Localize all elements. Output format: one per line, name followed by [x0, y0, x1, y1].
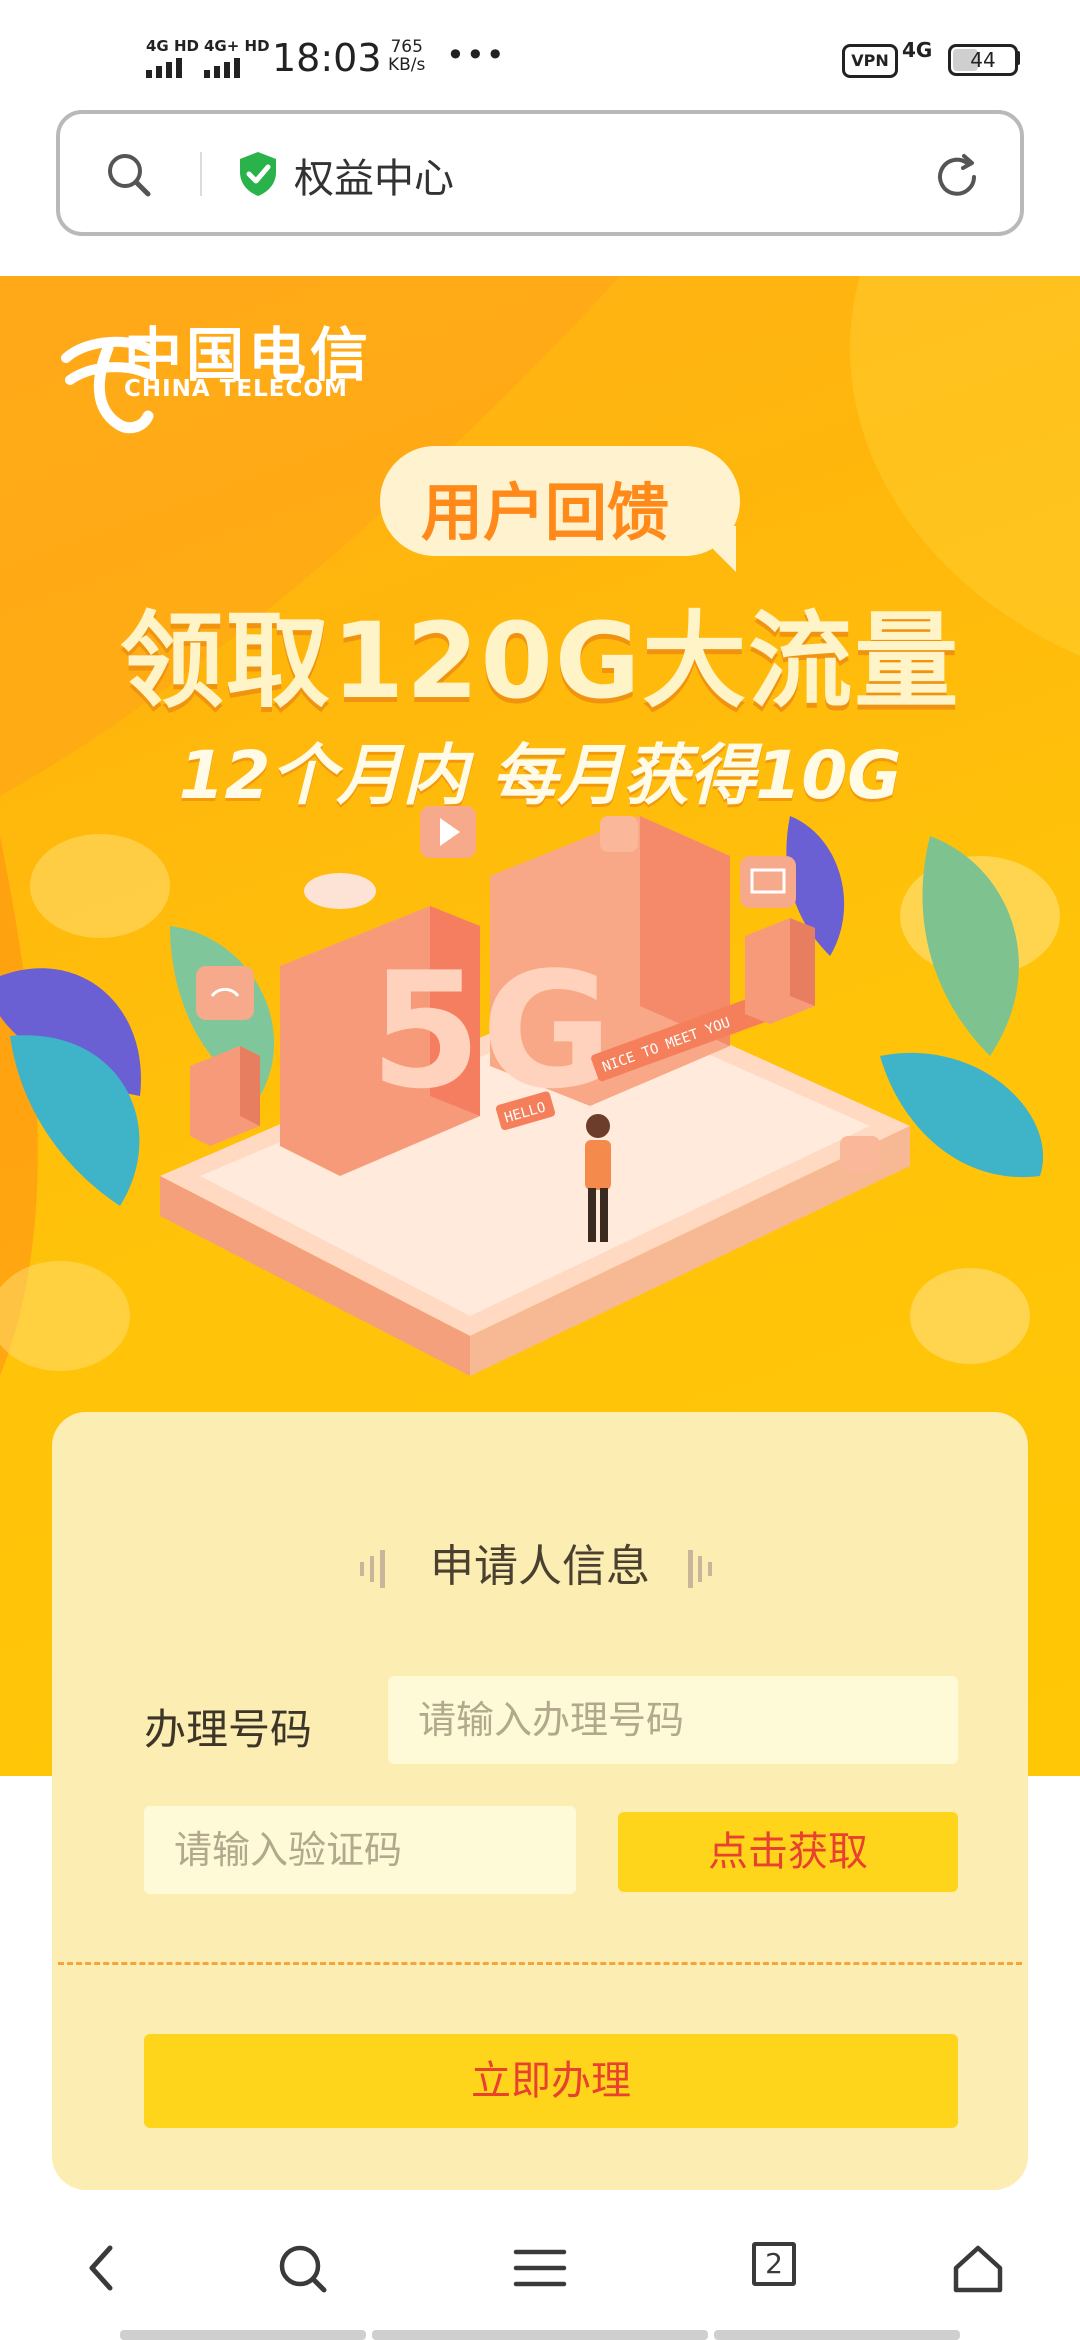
signal-bars-icon — [146, 58, 199, 78]
verification-code-input[interactable] — [144, 1806, 576, 1894]
address-bar[interactable]: 权益中心 — [56, 110, 1024, 236]
building-left-icon — [190, 1046, 260, 1146]
divider — [200, 152, 202, 196]
get-code-button[interactable]: 点击获取 — [618, 1812, 958, 1892]
logo-text-en: CHINA TELECOM — [124, 376, 348, 402]
network-speed: 765 KB/s — [388, 38, 425, 74]
secure-shield-icon — [236, 150, 280, 202]
5g-text: 5G — [370, 937, 613, 1124]
building-right-icon — [745, 918, 815, 1024]
browser-bottom-bar: 2 — [0, 2190, 1080, 2340]
signal-bars-icon — [204, 58, 270, 78]
status-bar: 4G HD 4G+ HD 18:03 765 KB/s ••• VPN 4G 4… — [0, 0, 1080, 110]
search-icon[interactable] — [104, 150, 154, 204]
submit-button[interactable]: 立即办理 — [144, 2034, 958, 2128]
dashed-divider — [58, 1962, 1022, 1965]
battery-tip — [1015, 51, 1020, 65]
bubble-text: 用户回馈 — [420, 476, 669, 549]
gesture-bar-center — [372, 2330, 708, 2340]
more-notifications-icon: ••• — [446, 36, 506, 74]
signal-strength-2: 4G+ HD — [204, 38, 270, 78]
gesture-bar-left — [120, 2330, 366, 2340]
section-title: 申请人信息 — [430, 1541, 650, 1592]
signal-1-label: 4G HD — [146, 37, 199, 55]
battery-icon: 44 — [948, 44, 1018, 76]
reload-icon[interactable] — [930, 150, 984, 208]
search-icon[interactable] — [272, 2238, 332, 2298]
sound-wave-right-icon — [688, 1550, 712, 1588]
battery-percent: 44 — [970, 48, 996, 72]
phone-input[interactable] — [388, 1676, 958, 1764]
speed-unit: KB/s — [388, 55, 426, 75]
menu-icon[interactable] — [510, 2238, 570, 2298]
signal-strength-1: 4G HD — [146, 38, 199, 78]
cloud-icon — [304, 873, 376, 909]
phone-label: 办理号码 — [144, 1705, 313, 1754]
wifi-icon — [196, 966, 254, 1020]
headline: 领取120G大流量 — [119, 600, 961, 722]
tab-count: 2 — [752, 2242, 796, 2286]
page-title[interactable]: 权益中心 — [294, 146, 454, 204]
clock: 18:03 — [272, 36, 382, 80]
home-icon[interactable] — [948, 2238, 1008, 2298]
mail-icon — [740, 856, 796, 908]
vpn-icon: VPN — [842, 44, 898, 78]
network-type: 4G — [902, 38, 933, 62]
applicant-form-card: 申请人信息 办理号码 点击获取 立即办理 — [52, 1412, 1028, 2190]
speed-value: 765 — [390, 37, 423, 57]
gesture-bar-right — [714, 2330, 960, 2340]
tabs-icon[interactable]: 2 — [748, 2238, 808, 2298]
back-icon[interactable] — [72, 2238, 132, 2298]
signal-2-label: 4G+ HD — [204, 37, 270, 55]
